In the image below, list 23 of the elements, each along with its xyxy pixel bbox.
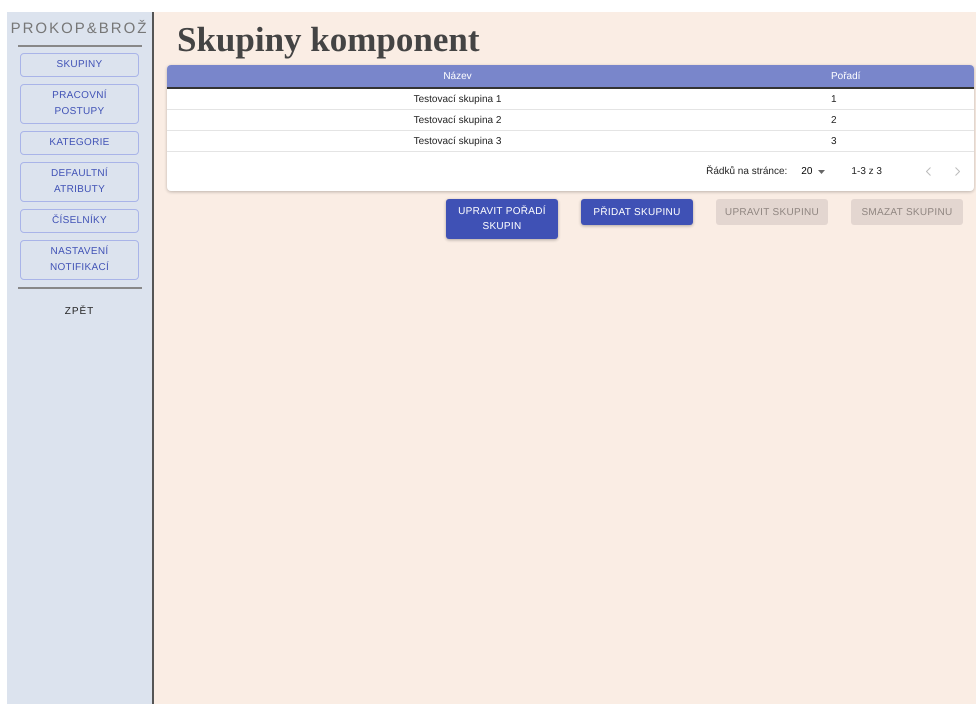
nav-button[interactable]: NASTAVENÍ NOTIFIKACÍ [20, 240, 139, 280]
nav-button[interactable]: SKUPINY [20, 53, 139, 77]
nav-button[interactable]: ČÍSELNÍKY [20, 209, 139, 233]
action-button[interactable]: UPRAVIT POŘADÍ SKUPIN [446, 199, 558, 239]
action-button[interactable]: PŘIDAT SKUPINU [581, 199, 693, 225]
table-cell-text: Testovací skupina 2 [412, 114, 502, 126]
nav-button[interactable]: PRACOVNÍ POSTUPY [20, 84, 139, 124]
column-header[interactable]: Pořadí [737, 70, 974, 82]
nav-button[interactable]: KATEGORIE [20, 131, 139, 155]
dropdown-icon [818, 170, 826, 174]
table-cell-text: Testovací skupina 1 [412, 94, 502, 104]
rows-per-page-select[interactable]: 20 [801, 166, 826, 177]
rows-per-page-label: Řádků na stránce: [706, 166, 788, 177]
page-range: 1-3 z 3 [851, 166, 882, 177]
logo: PROKOP&BROŽ [10, 20, 148, 37]
table-cell-text: 2 [830, 114, 838, 126]
table-cell-text: 3 [830, 136, 838, 146]
nav-button[interactable]: DEFAULTNÍ ATRIBUTY [20, 162, 139, 202]
page-title: Skupiny komponent [177, 20, 481, 60]
table-cell-text: 1 [830, 94, 838, 104]
column-header[interactable]: Název [167, 70, 737, 82]
back-link[interactable]: ZPĚT [58, 305, 100, 318]
table-cell-text: Testovací skupina 3 [412, 136, 502, 146]
